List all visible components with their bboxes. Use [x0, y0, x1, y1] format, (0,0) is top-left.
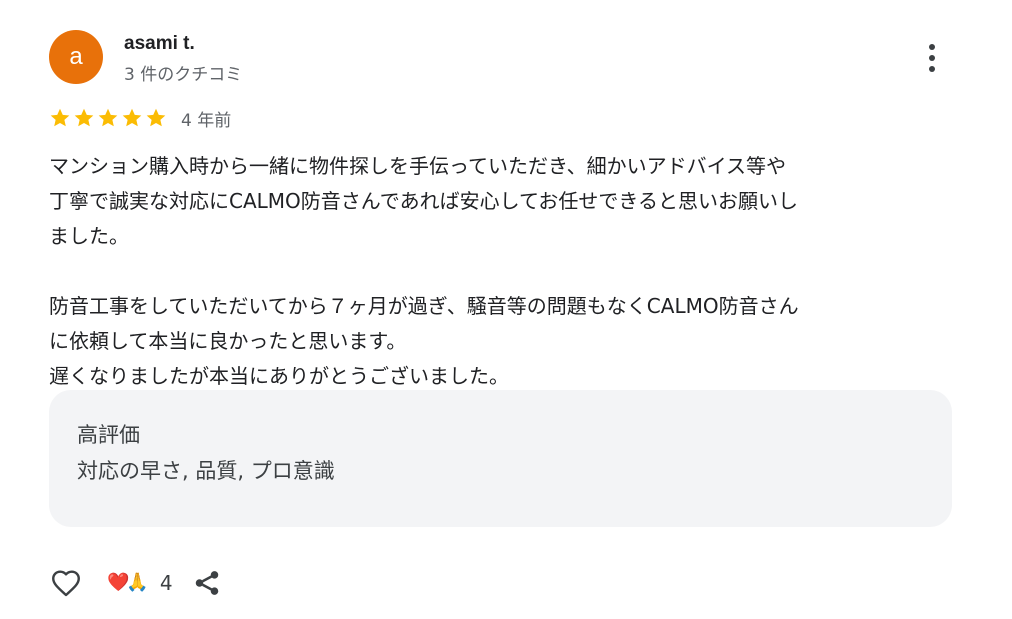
- review-actions: ❤️🙏 4: [48, 563, 224, 603]
- star-icon: [146, 108, 166, 127]
- reaction-emojis: ❤️🙏: [107, 572, 149, 593]
- highlights-title: 高評価: [77, 423, 140, 447]
- review-text: マンション購入時から一緒に物件探しを手伝っていただき、細かいアドバイス等や 丁寧…: [49, 149, 959, 394]
- share-button[interactable]: [190, 566, 224, 600]
- avatar[interactable]: a: [49, 30, 103, 84]
- reaction-count: 4: [159, 571, 173, 595]
- author-name[interactable]: asami t.: [124, 33, 195, 55]
- star-icon: [74, 108, 94, 127]
- heart-outline-icon: [52, 570, 80, 597]
- highlights-items: 対応の早さ, 品質, プロ意識: [77, 459, 335, 483]
- review-paragraph: 防音工事をしていただいてから７ヶ月が過ぎ、騒音等の問題もなくCALMO防音さん …: [49, 294, 799, 388]
- star-rating: [48, 106, 168, 130]
- more-options-button[interactable]: [916, 40, 948, 76]
- avatar-letter: a: [69, 43, 83, 70]
- more-vert-icon-dot: [929, 55, 935, 61]
- more-vert-icon-dot: [929, 66, 935, 72]
- review-paragraph: マンション購入時から一緒に物件探しを手伝っていただき、細かいアドバイス等や 丁寧…: [49, 154, 798, 248]
- more-vert-icon: [929, 44, 935, 50]
- rating-row: 4 年前: [48, 104, 231, 132]
- share-icon: [195, 571, 218, 595]
- author-review-count[interactable]: 3 件のクチコミ: [124, 60, 242, 85]
- star-icon: [50, 108, 70, 127]
- like-button[interactable]: [48, 565, 84, 601]
- star-icon: [122, 108, 142, 127]
- review-card: a asami t. 3 件のクチコミ 4 年前 マンション購入時から一緒に物件…: [0, 0, 1012, 619]
- reactions[interactable]: ❤️🙏 4: [107, 573, 173, 593]
- highlights-panel: 高評価 対応の早さ, 品質, プロ意識: [49, 390, 952, 527]
- review-date: 4 年前: [181, 110, 232, 131]
- star-icon: [98, 108, 118, 127]
